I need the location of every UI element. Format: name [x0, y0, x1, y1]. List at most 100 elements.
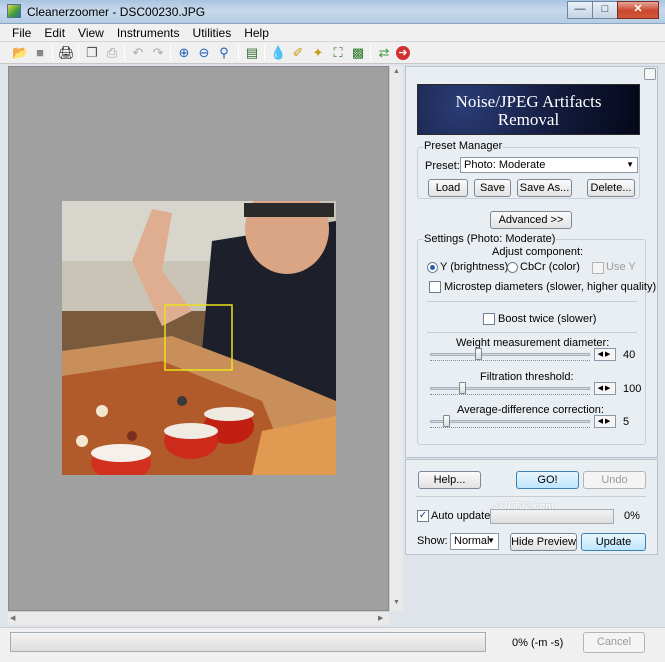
redo-icon[interactable]: ↷ — [150, 45, 166, 61]
image-icon[interactable]: ▩ — [350, 45, 366, 61]
load-button[interactable]: Load — [428, 179, 468, 197]
cbcr-radio[interactable] — [507, 262, 518, 273]
microstep-checkbox[interactable] — [429, 281, 441, 293]
filtration-slider-track[interactable] — [430, 387, 590, 390]
menu-help[interactable]: Help — [238, 24, 276, 41]
chevron-down-icon: ▼ — [626, 160, 634, 169]
zoom-actual-icon[interactable]: ⚲ — [216, 45, 232, 61]
menu-file[interactable]: File — [6, 24, 38, 41]
avgdiff-slider-ticks — [430, 424, 590, 428]
panel-scrollbar[interactable] — [644, 66, 665, 611]
undo-button[interactable]: Undo — [583, 471, 646, 489]
stop-icon[interactable]: ➜ — [396, 46, 410, 60]
boost-twice-label: Boost twice (slower) — [498, 313, 597, 325]
brush-icon[interactable]: ✐ — [290, 45, 306, 61]
histogram-icon[interactable]: ▤ — [244, 45, 260, 61]
drop-icon[interactable]: 💧 — [270, 45, 286, 61]
auto-update-label: Auto update — [431, 510, 491, 522]
arrows-icon[interactable]: ⇄ — [376, 45, 392, 61]
filtration-spin-buttons[interactable]: ◀▶ — [594, 382, 616, 395]
update-button[interactable]: Update — [581, 533, 646, 551]
status-bar: 0% (-m -s) Cancel — [0, 627, 665, 662]
toolbar: 📂 ■ 🖨 ❐ ⎙ ↶ ↷ ⊕ ⊖ ⚲ ▤ 💧 ✐ ✦ ⛶ ▩ ⇄ ➜ — [0, 42, 665, 64]
microstep-label: Microstep diameters (slower, higher qual… — [444, 281, 657, 293]
y-brightness-radio[interactable] — [427, 262, 438, 273]
hide-preview-button[interactable]: Hide Preview — [510, 533, 577, 551]
preview-area[interactable] — [8, 66, 389, 611]
cancel-button[interactable]: Cancel — [583, 632, 645, 653]
banner-subtitle: Removal — [497, 110, 560, 129]
copy-icon[interactable]: ❐ — [84, 45, 100, 61]
preset-select-value: Photo: Moderate — [464, 159, 546, 171]
use-y-checkbox[interactable] — [592, 262, 604, 274]
filtration-slider-ticks — [430, 391, 590, 395]
avgdiff-slider-track[interactable] — [430, 420, 590, 423]
status-progress-bar — [10, 632, 486, 652]
menu-view[interactable]: View — [72, 24, 111, 41]
undo-icon[interactable]: ↶ — [130, 45, 146, 61]
close-icon[interactable]: ✕ — [617, 1, 659, 19]
menu-edit[interactable]: Edit — [38, 24, 72, 41]
scroll-left-icon[interactable]: ◀ — [10, 614, 15, 622]
zoom-out-icon[interactable]: ⊖ — [196, 45, 212, 61]
show-select-value: Normal — [454, 535, 490, 547]
scroll-down-icon[interactable]: ▼ — [393, 599, 400, 606]
toolbar-separator — [370, 45, 371, 61]
boost-twice-checkbox[interactable] — [483, 313, 495, 325]
toolbar-separator — [124, 45, 125, 61]
panel-scroll-thumb[interactable] — [644, 68, 656, 80]
zoom-in-icon[interactable]: ⊕ — [176, 45, 192, 61]
filtration-label: Filtration threshold: — [480, 371, 574, 383]
weight-spin-buttons[interactable]: ◀▶ — [594, 348, 616, 361]
avgdiff-value: 5 — [623, 416, 630, 428]
preview-vertical-scrollbar[interactable]: ▲ ▼ — [389, 66, 403, 611]
avgdiff-spin-buttons[interactable]: ◀▶ — [594, 415, 616, 428]
save-icon[interactable]: ■ — [32, 45, 48, 61]
paste-icon[interactable]: ⎙ — [104, 45, 120, 61]
print-icon[interactable]: 🖨 — [58, 45, 75, 61]
auto-update-checkbox[interactable]: ✓ — [417, 510, 429, 522]
preview-horizontal-scrollbar[interactable]: ◀ ▶ — [8, 611, 389, 625]
wand-icon[interactable]: ✦ — [310, 45, 326, 61]
show-select[interactable]: Normal ▼ — [450, 533, 499, 550]
save-as-button[interactable]: Save As... — [517, 179, 572, 197]
toolbar-separator — [78, 45, 79, 61]
update-progress-value: 0% — [624, 510, 640, 522]
delete-button[interactable]: Delete... — [587, 179, 635, 197]
menu-bar: File Edit View Instruments Utilities Hel… — [0, 24, 665, 42]
scroll-up-icon[interactable]: ▲ — [393, 68, 400, 75]
help-button[interactable]: Help... — [418, 471, 481, 489]
advanced-button[interactable]: Advanced >> — [490, 211, 572, 229]
scroll-right-icon[interactable]: ▶ — [378, 614, 383, 622]
toolbar-separator — [238, 45, 239, 61]
menu-instruments[interactable]: Instruments — [111, 24, 187, 41]
preset-select[interactable]: Photo: Moderate ▼ — [460, 157, 638, 173]
watermark-text: SOFT32.com — [493, 501, 555, 512]
go-button[interactable]: GO! — [516, 471, 579, 489]
settings-divider — [427, 301, 637, 302]
minimize-icon[interactable]: — — [567, 1, 593, 19]
weight-slider-thumb[interactable] — [475, 348, 482, 360]
menu-utilities[interactable]: Utilities — [187, 24, 239, 41]
pizza-photo — [62, 201, 336, 475]
maximize-icon[interactable]: □ — [592, 1, 618, 19]
fit-icon[interactable]: ⛶ — [330, 45, 346, 61]
toolbar-separator — [170, 45, 171, 61]
weight-value: 40 — [623, 349, 636, 361]
settings-panel: Noise/JPEG Artifacts Removal Preset Mana… — [405, 66, 658, 458]
avgdiff-slider-thumb[interactable] — [443, 415, 450, 427]
toolbar-separator — [264, 45, 265, 61]
cbcr-label: CbCr (color) — [520, 261, 580, 273]
title-bar: Cleanerzoomer - DSC00230.JPG — □ ✕ — [0, 0, 665, 24]
use-y-label: Use Y — [606, 261, 636, 273]
settings-divider — [427, 332, 637, 333]
action-panel: Help... GO! Undo ✓ Auto update SOFT32.co… — [405, 459, 658, 555]
preview-image[interactable] — [62, 201, 336, 475]
open-icon[interactable]: 📂 — [12, 45, 28, 61]
preset-label: Preset: — [425, 160, 460, 172]
filtration-slider-thumb[interactable] — [459, 382, 466, 394]
weight-slider-track[interactable] — [430, 353, 590, 356]
toolbar-separator — [52, 45, 53, 61]
window-controls: — □ ✕ — [567, 1, 659, 19]
save-button[interactable]: Save — [474, 179, 511, 197]
